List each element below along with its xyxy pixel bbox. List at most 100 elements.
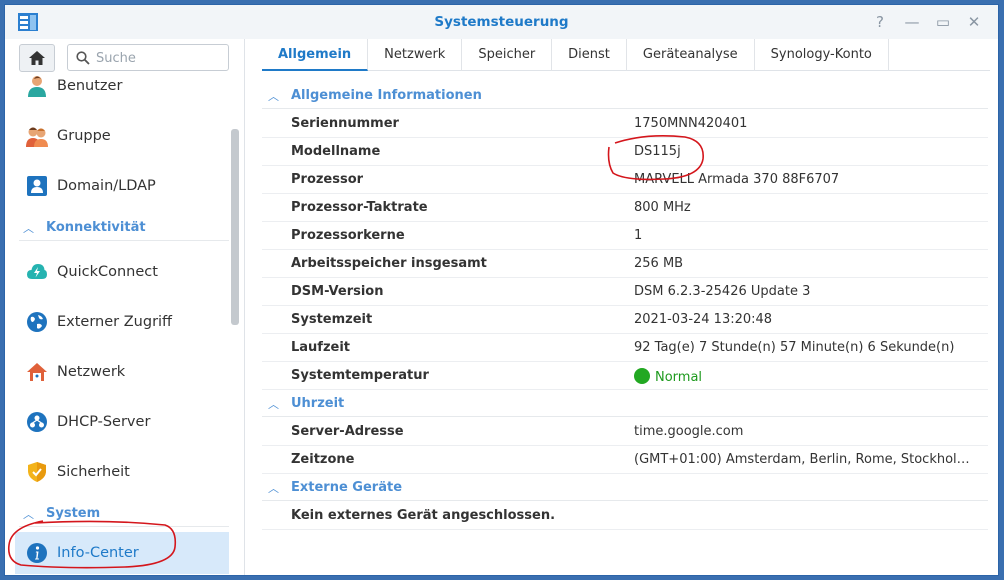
- info-row: Prozessor MARVELL Armada 370 88F6707: [262, 166, 988, 194]
- tab-speicher[interactable]: Speicher: [462, 39, 553, 71]
- sidebar-item-quickconnect[interactable]: QuickConnect: [15, 252, 229, 292]
- info-key: Systemtemperatur: [291, 368, 429, 383]
- section-label: System: [46, 506, 101, 521]
- info-value: time.google.com: [634, 424, 744, 439]
- info-row: Systemzeit 2021-03-24 13:20:48: [262, 306, 988, 334]
- info-row: Prozessor-Taktrate 800 MHz: [262, 194, 988, 222]
- info-key: Prozessor: [291, 172, 364, 187]
- info-row: Systemtemperatur Normal: [262, 362, 988, 390]
- info-value: 92 Tag(e) 7 Stunde(n) 57 Minute(n) 6 Sek…: [634, 340, 955, 355]
- sidebar-item-label: Domain/LDAP: [57, 178, 156, 194]
- info-value: 256 MB: [634, 256, 684, 271]
- globe-icon: [25, 310, 49, 334]
- minimize-button[interactable]: —: [903, 13, 921, 31]
- info-row: Modellname DS115j: [262, 138, 988, 166]
- close-button[interactable]: ✕: [965, 13, 983, 31]
- search-input[interactable]: [96, 49, 222, 67]
- sidebar-item-info-center[interactable]: Info-Center: [15, 532, 229, 574]
- info-value: DS115j: [634, 144, 681, 159]
- user-icon: [25, 74, 49, 98]
- info-row: Prozessorkerne 1: [262, 222, 988, 250]
- sidebar-item-benutzer[interactable]: Benutzer: [15, 66, 229, 106]
- info-row: DSM-Version DSM 6.2.3-25426 Update 3: [262, 278, 988, 306]
- chevron-up-icon: ︿: [23, 221, 34, 235]
- tab-dienst[interactable]: Dienst: [552, 39, 627, 71]
- group-allgemeine-informationen[interactable]: ︿ Allgemeine Informationen: [262, 83, 988, 109]
- info-value: 1750MNN420401: [634, 116, 748, 131]
- chevron-up-icon: ︿: [268, 89, 279, 103]
- group-externe-geraete[interactable]: ︿ Externe Geräte: [262, 475, 988, 501]
- chevron-up-icon: ︿: [268, 397, 279, 411]
- info-key: DSM-Version: [291, 284, 384, 299]
- dhcp-icon: [25, 410, 49, 434]
- info-row: Zeitzone (GMT+01:00) Amsterdam, Berlin, R…: [262, 446, 988, 474]
- shield-icon: [25, 460, 49, 484]
- info-value: MARVELL Armada 370 88F6707: [634, 172, 840, 187]
- tab-bar: Allgemein Netzwerk Speicher Dienst Gerät…: [262, 39, 990, 71]
- maximize-button[interactable]: ▭: [934, 13, 952, 31]
- tab-allgemein[interactable]: Allgemein: [262, 39, 369, 71]
- info-key: Zeitzone: [291, 452, 355, 467]
- main-panel: Allgemein Netzwerk Speicher Dienst Gerät…: [246, 39, 998, 575]
- sidebar-item-label: Externer Zugriff: [57, 314, 173, 330]
- sidebar-item-label: Gruppe: [57, 128, 111, 144]
- sidebar-item-externer-zugriff[interactable]: Externer Zugriff: [15, 302, 229, 342]
- sidebar-item-label: Benutzer: [57, 78, 123, 94]
- sidebar-item-label: DHCP-Server: [57, 414, 151, 430]
- sidebar-item-domain-ldap[interactable]: Domain/LDAP: [15, 166, 229, 206]
- control-panel-window: Systemsteuerung ? — ▭ ✕ Benutzer: [4, 4, 999, 576]
- info-key: Modellname: [291, 144, 381, 159]
- sidebar-item-sicherheit[interactable]: Sicherheit: [15, 452, 229, 492]
- window-title: Systemsteuerung: [434, 14, 569, 30]
- status-text: Normal: [655, 370, 703, 385]
- info-row: Kein externes Gerät angeschlossen.: [262, 502, 988, 530]
- sidebar-item-gruppe[interactable]: Gruppe: [15, 116, 229, 156]
- group-label: Uhrzeit: [291, 396, 345, 411]
- info-row: Arbeitsspeicher insgesamt 256 MB: [262, 250, 988, 278]
- info-key: Prozessorkerne: [291, 228, 405, 243]
- home-icon: [29, 51, 45, 65]
- sidebar-item-label: Sicherheit: [57, 464, 130, 480]
- title-bar[interactable]: Systemsteuerung ? — ▭ ✕: [5, 5, 998, 39]
- status-value: Normal: [634, 368, 702, 385]
- chevron-up-icon: ︿: [23, 507, 34, 521]
- info-key: Server-Adresse: [291, 424, 404, 439]
- info-key: Systemzeit: [291, 312, 373, 327]
- section-system[interactable]: ︿ System: [19, 501, 229, 527]
- info-value: 2021-03-24 13:20:48: [634, 312, 773, 327]
- group-label: Allgemeine Informationen: [291, 88, 482, 103]
- status-ok-icon: [634, 368, 650, 384]
- info-key: Arbeitsspeicher insgesamt: [291, 256, 487, 271]
- quickconnect-icon: [25, 260, 49, 284]
- sidebar: Benutzer Gruppe Domain/LDAP ︿ Konnektivi…: [5, 39, 245, 575]
- section-label: Konnektivität: [46, 220, 146, 235]
- tab-synology-konto[interactable]: Synology-Konto: [755, 39, 889, 71]
- sidebar-item-label: Netzwerk: [57, 364, 126, 380]
- group-uhrzeit[interactable]: ︿ Uhrzeit: [262, 391, 988, 417]
- info-row: Laufzeit 92 Tag(e) 7 Stunde(n) 57 Minute(…: [262, 334, 988, 362]
- sidebar-scrollbar[interactable]: [231, 129, 239, 325]
- search-icon: [76, 51, 90, 65]
- group-label: Externe Geräte: [291, 480, 403, 495]
- network-house-icon: [25, 360, 49, 384]
- external-empty-text: Kein externes Gerät angeschlossen.: [291, 508, 556, 523]
- info-value: DSM 6.2.3-25426 Update 3: [634, 284, 811, 299]
- sidebar-item-label: QuickConnect: [57, 264, 158, 280]
- info-value: (GMT+01:00) Amsterdam, Berlin, Rome, Sto…: [634, 452, 974, 467]
- info-value: 1: [634, 228, 643, 243]
- info-key: Seriennummer: [291, 116, 399, 131]
- info-value: 800 MHz: [634, 200, 691, 215]
- tab-geraeteanalyse[interactable]: Geräteanalyse: [627, 39, 755, 71]
- help-icon[interactable]: ?: [871, 13, 889, 31]
- section-konnektivitaet[interactable]: ︿ Konnektivität: [19, 215, 229, 241]
- info-key: Prozessor-Taktrate: [291, 200, 428, 215]
- info-row: Seriennummer 1750MNN420401: [262, 110, 988, 138]
- sidebar-item-netzwerk[interactable]: Netzwerk: [15, 352, 229, 392]
- info-key: Laufzeit: [291, 340, 351, 355]
- sidebar-item-dhcp-server[interactable]: DHCP-Server: [15, 402, 229, 442]
- chevron-up-icon: ︿: [268, 481, 279, 495]
- info-icon: [25, 541, 49, 565]
- group-icon: [25, 124, 49, 148]
- tab-netzwerk[interactable]: Netzwerk: [368, 39, 463, 71]
- info-row: Server-Adresse time.google.com: [262, 418, 988, 446]
